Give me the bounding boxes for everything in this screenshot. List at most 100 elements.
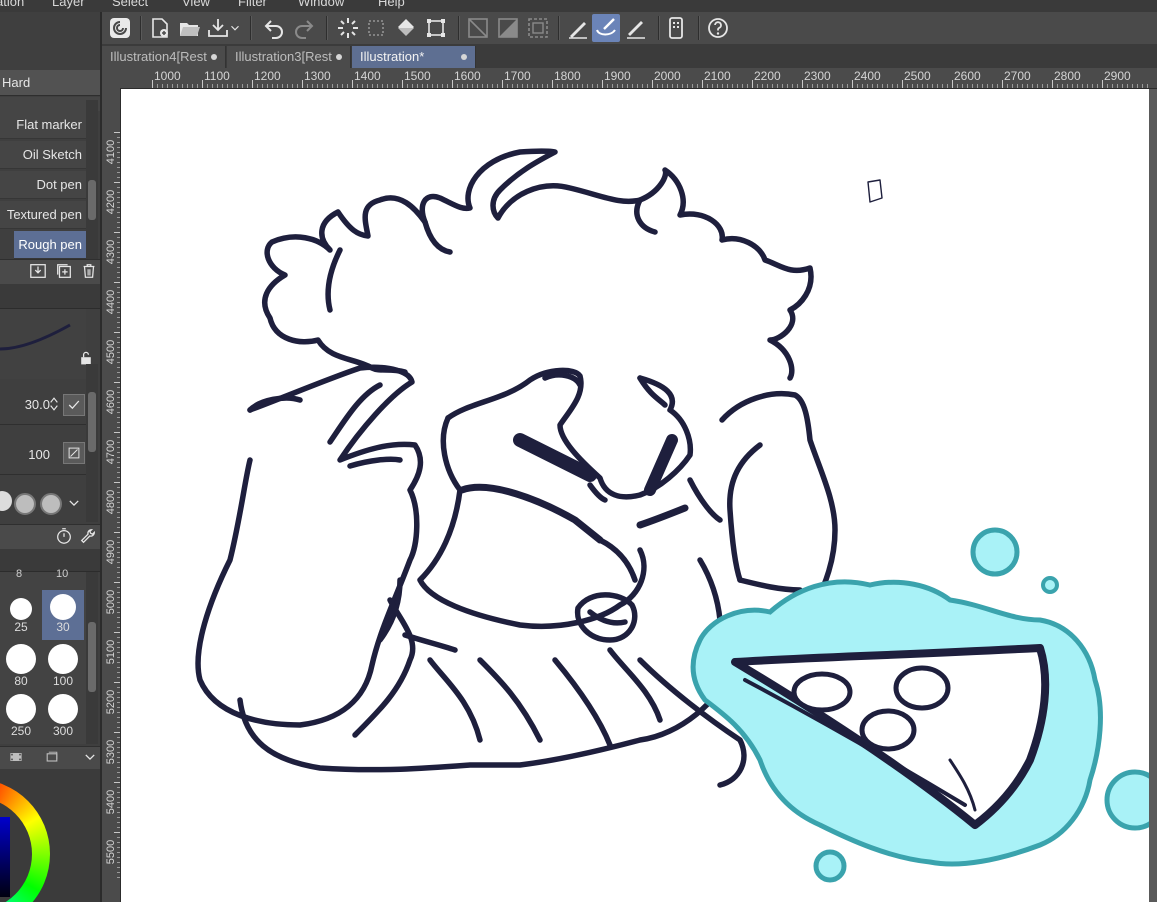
new-file-icon[interactable] [146,14,174,42]
ruler-minor-tick [117,402,120,403]
sub-tool-scrollbar[interactable] [86,100,98,266]
brush-size-value[interactable]: 30.0 [25,397,50,412]
brush-size-100[interactable]: 100 [42,640,84,690]
deselect-icon[interactable] [362,14,390,42]
menu-item-filter[interactable]: Filter [238,0,267,9]
ruler-minor-tick [727,84,728,88]
ruler-minor-tick [997,84,998,88]
tab-illustration-active[interactable]: Illustration* [352,46,476,68]
ruler-minor-tick [937,84,938,88]
help-icon[interactable] [704,14,732,42]
sub-tool-oil-sketch[interactable]: Oil Sketch [0,141,86,169]
ruler-minor-tick [117,172,120,173]
brush-size-300[interactable]: 300 [42,690,84,740]
ruler-minor-tick [272,84,273,88]
ruler-minor-tick [597,84,598,88]
app-icon[interactable] [106,14,134,42]
ruler-minor-tick [117,292,120,293]
selection-border-icon[interactable] [524,14,552,42]
stopwatch-icon[interactable] [54,526,74,546]
close-dot-icon[interactable] [336,54,342,60]
undo-icon[interactable] [260,14,288,42]
menu-item-layer[interactable]: Layer [52,0,85,9]
layers-icon[interactable] [42,747,62,767]
menu-item-help[interactable]: Help [378,0,405,9]
close-dot-icon[interactable] [461,54,467,60]
ruler-minor-tick [182,84,183,88]
ruler-label: 1100 [204,69,230,83]
ruler-minor-tick [817,84,818,88]
ruler-minor-tick [507,84,508,88]
tool-property-scrollbar[interactable] [86,364,98,522]
color-saturation-square[interactable] [0,817,10,897]
brush-size-250[interactable]: 250 [0,690,42,740]
sub-tool-textured-pen[interactable]: Textured pen [0,201,86,229]
ruler-minor-tick [912,84,913,88]
chevron-down-icon[interactable] [64,493,84,513]
ruler-minor-tick [337,84,338,88]
ruler-label: 4300 [105,239,117,265]
import-icon[interactable] [28,261,48,281]
transform-icon[interactable] [422,14,450,42]
ruler-minor-tick [967,84,968,88]
ruler-minor-tick [422,84,423,88]
ruler-minor-tick [897,84,898,88]
pen-tool-icon[interactable] [564,14,592,42]
menu-item-select[interactable]: Select [112,0,148,9]
ruler-minor-tick [867,84,868,88]
ruler-label: 4600 [105,389,117,415]
sub-tool-flat-marker[interactable]: Flat marker [0,111,86,139]
stepper-icon[interactable] [48,394,60,414]
redo-icon[interactable] [290,14,318,42]
opacity-toggle-icon[interactable] [63,442,85,464]
close-dot-icon[interactable] [211,54,217,60]
ruler-minor-tick [117,852,120,853]
ruler-minor-tick [117,367,120,368]
smartphone-icon[interactable] [662,14,690,42]
film-icon[interactable] [6,747,26,767]
ruler-minor-tick [117,167,120,168]
hide-outside-icon[interactable] [464,14,492,42]
brush-tool-icon[interactable] [592,14,620,42]
open-file-icon[interactable] [176,14,204,42]
ruler-minor-tick [117,337,120,338]
trash-icon[interactable] [79,261,99,281]
ruler-label: 5100 [105,639,117,665]
ruler-minor-tick [777,84,778,88]
ruler-minor-tick [117,652,120,653]
horizontal-ruler[interactable]: 1000 1100 1200 1300 1400 1500 1600 1700 1800 1900… [120,68,1157,89]
ruler-minor-tick [117,277,120,278]
tab-illustration4[interactable]: Illustration4[Rest [102,46,226,68]
opacity-value[interactable]: 100 [28,447,50,462]
clear-icon[interactable] [334,14,362,42]
brush-size-80[interactable]: 80 [0,640,42,690]
pressure-toggle-icon[interactable] [63,394,85,416]
ruler-minor-tick [737,84,738,88]
panel-splitter[interactable] [100,12,102,902]
chevron-down-icon[interactable] [228,14,242,42]
menu-item-window[interactable]: Window [298,0,344,9]
menu-item-view[interactable]: View [182,0,210,9]
duplicate-icon[interactable] [54,261,74,281]
vertical-ruler[interactable]: 4100 4200 4300 4400 4500 4600 4700 4800 4900 5000… [102,88,121,902]
chevron-down-icon[interactable] [82,747,98,767]
ruler-minor-tick [662,84,663,88]
ruler-minor-tick [1047,84,1048,88]
sub-tool-dot-pen[interactable]: Dot pen [0,171,86,199]
ruler-minor-tick [357,84,358,88]
brush-size-scrollbar[interactable] [86,572,98,744]
brush-size-30[interactable]: 30 [42,590,84,640]
drawing-canvas[interactable] [121,89,1149,902]
sub-tool-group-header[interactable]: Hard [0,70,100,96]
canvas-vertical-scrollbar[interactable] [1149,89,1157,902]
brush-size-25[interactable]: 25 [0,590,42,640]
ruler-minor-tick [1022,84,1023,88]
sub-tool-rough-pen[interactable]: Rough pen [14,231,86,259]
invert-icon[interactable] [494,14,522,42]
menu-item-animation[interactable]: ation [0,0,24,9]
fill-icon[interactable] [392,14,420,42]
wrench-icon[interactable] [78,526,98,546]
tab-illustration3[interactable]: Illustration3[Rest [227,46,351,68]
ruler-tick [652,80,653,88]
eraser-tool-icon[interactable] [622,14,650,42]
